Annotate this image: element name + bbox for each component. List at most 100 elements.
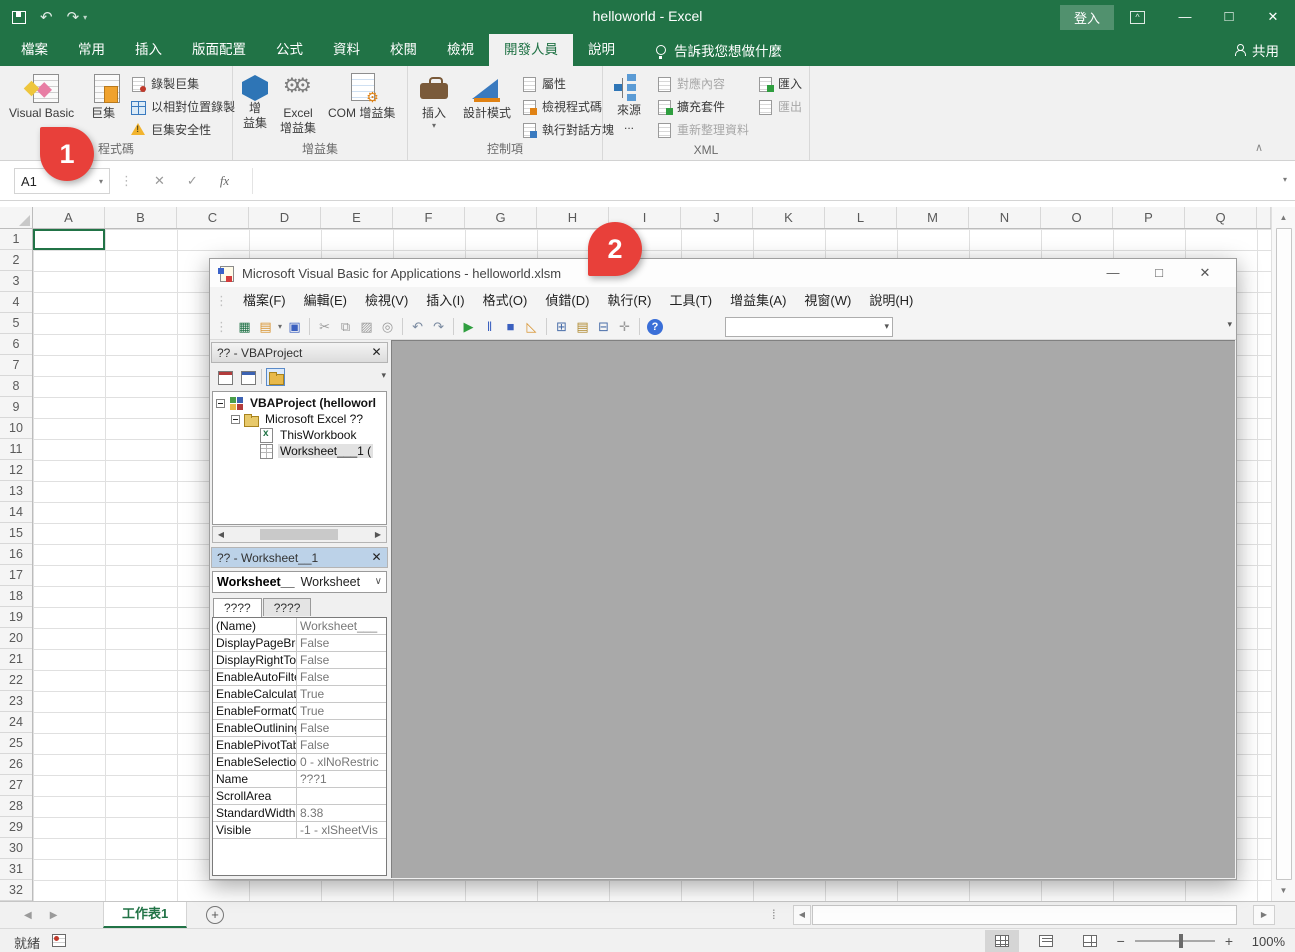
row-header[interactable]: 29 xyxy=(0,817,32,838)
vba-menu-item[interactable]: 格式(O) xyxy=(474,287,537,314)
row-header[interactable]: 22 xyxy=(0,670,32,691)
com-addins-button[interactable]: COM 增益集 xyxy=(323,70,400,124)
macros-button[interactable]: 巨集 xyxy=(81,70,125,124)
share-button[interactable]: 共用 xyxy=(1234,34,1279,66)
row-header[interactable]: 14 xyxy=(0,502,32,523)
design-mode-icon[interactable]: ◺ xyxy=(521,317,542,337)
row-header[interactable]: 26 xyxy=(0,754,32,775)
row-header[interactable]: 6 xyxy=(0,334,32,355)
minimize-button[interactable]: — xyxy=(1163,0,1207,34)
row-header[interactable]: 18 xyxy=(0,586,32,607)
map-properties-button[interactable]: 對應內容 xyxy=(653,72,752,95)
close-button[interactable]: ✕ xyxy=(1251,0,1295,34)
vba-menu-item[interactable]: 檔案(F) xyxy=(234,287,295,314)
column-header[interactable]: P xyxy=(1113,207,1185,228)
object-selector-combo[interactable]: Worksheet__ Worksheet ∨ xyxy=(212,571,387,593)
hscroll-left-icon[interactable]: ◀ xyxy=(793,905,811,925)
project-tree-item[interactable]: Worksheet___1 ( xyxy=(213,443,386,459)
sheet-nav-right-icon[interactable]: ▶ xyxy=(50,910,58,921)
save-icon[interactable] xyxy=(12,11,26,24)
record-macro-button[interactable]: 錄製巨集 xyxy=(127,72,238,95)
expansion-packs-button[interactable]: 擴充套件 xyxy=(653,95,752,118)
row-header[interactable]: 31 xyxy=(0,859,32,880)
reset-icon[interactable]: ■ xyxy=(500,317,521,337)
column-header[interactable]: K xyxy=(753,207,825,228)
close-icon[interactable]: ✕ xyxy=(369,550,384,565)
ribbon-tab[interactable]: 檢視 xyxy=(432,34,489,66)
close-icon[interactable]: ✕ xyxy=(369,345,384,360)
insert-object-icon[interactable]: ▤ xyxy=(255,317,276,337)
vba-minimize-button[interactable]: — xyxy=(1090,259,1136,287)
cancel-icon[interactable]: ✕ xyxy=(154,173,165,189)
ribbon-tab[interactable]: 資料 xyxy=(318,34,375,66)
toolbar-overflow-icon[interactable]: ▾ xyxy=(1227,319,1232,330)
vba-menu-item[interactable]: 說明(H) xyxy=(860,287,922,314)
row-header[interactable]: 7 xyxy=(0,355,32,376)
insert-controls-button[interactable]: 插入 ▾ xyxy=(412,70,456,134)
vba-menu-item[interactable]: 工具(T) xyxy=(660,287,721,314)
column-header[interactable]: C xyxy=(177,207,249,228)
vertical-scroll-thumb[interactable] xyxy=(1276,228,1292,880)
view-code-icon[interactable] xyxy=(215,368,234,386)
project-horizontal-scrollbar[interactable]: ◀ ▶ xyxy=(212,526,387,543)
vba-menu-item[interactable]: 增益集(A) xyxy=(721,287,795,314)
enter-icon[interactable]: ✓ xyxy=(187,173,198,189)
ribbon-tab[interactable]: 公式 xyxy=(261,34,318,66)
zoom-in-button[interactable]: + xyxy=(1225,933,1233,949)
object-browser-icon[interactable]: ⊟ xyxy=(593,317,614,337)
property-row[interactable]: EnableSelection0 - xlNoRestric xyxy=(213,754,386,771)
page-break-view-button[interactable] xyxy=(1073,930,1107,952)
property-row[interactable]: StandardWidth8.38 xyxy=(213,805,386,822)
row-header[interactable]: 32 xyxy=(0,880,32,901)
property-row[interactable]: ScrollArea xyxy=(213,788,386,805)
property-row[interactable]: DisplayRightToLFalse xyxy=(213,652,386,669)
row-header[interactable]: 13 xyxy=(0,481,32,502)
vba-position-combo[interactable] xyxy=(725,317,893,337)
row-header[interactable]: 2 xyxy=(0,250,32,271)
project-explorer-title-bar[interactable]: ?? - VBAProject ✕ xyxy=(211,342,388,363)
row-header[interactable]: 17 xyxy=(0,565,32,586)
row-header[interactable]: 4 xyxy=(0,292,32,313)
row-header[interactable]: 23 xyxy=(0,691,32,712)
break-icon[interactable]: ‖ xyxy=(479,317,500,337)
design-mode-button[interactable]: 設計模式 xyxy=(458,70,516,124)
column-header[interactable]: A xyxy=(33,207,105,228)
maximize-button[interactable]: □ xyxy=(1207,0,1251,34)
property-row[interactable]: Name???1 xyxy=(213,771,386,788)
view-excel-icon[interactable]: ▦ xyxy=(234,317,255,337)
scroll-up-icon[interactable]: ▲ xyxy=(1280,207,1288,228)
redo-icon[interactable]: ↷ xyxy=(67,8,80,26)
scroll-left-icon[interactable]: ◀ xyxy=(213,530,229,539)
horizontal-scrollbar[interactable] xyxy=(812,905,1237,925)
copy-icon[interactable]: ⧉ xyxy=(335,317,356,337)
excel-addins-button[interactable]: Excel 增益集 xyxy=(275,70,321,139)
column-header[interactable]: F xyxy=(393,207,465,228)
formula-bar-expand-icon[interactable]: ▾ xyxy=(1283,175,1287,184)
tree-expander-icon[interactable] xyxy=(231,415,240,424)
cut-icon[interactable]: ✂ xyxy=(314,317,335,337)
column-header[interactable]: J xyxy=(681,207,753,228)
vba-menu-item[interactable]: 偵錯(D) xyxy=(536,287,598,314)
property-row[interactable]: EnableFormatCoTrue xyxy=(213,703,386,720)
row-header[interactable]: 28 xyxy=(0,796,32,817)
column-header[interactable]: G xyxy=(465,207,537,228)
project-tree-item[interactable]: ThisWorkbook xyxy=(213,427,386,443)
vba-menu-item[interactable]: 視窗(W) xyxy=(795,287,860,314)
formula-input[interactable] xyxy=(252,168,1265,194)
add-sheet-button[interactable]: + xyxy=(206,906,224,924)
ribbon-tab[interactable]: 檔案 xyxy=(6,34,63,66)
run-icon[interactable]: ▶ xyxy=(458,317,479,337)
zoom-level[interactable]: 100% xyxy=(1243,934,1285,949)
column-header[interactable]: O xyxy=(1041,207,1113,228)
vertical-scrollbar[interactable]: ▲ ▼ xyxy=(1271,207,1295,901)
toolbox-icon[interactable]: ✛ xyxy=(614,317,635,337)
project-explorer-icon[interactable]: ⊞ xyxy=(551,317,572,337)
macro-security-button[interactable]: 巨集安全性 xyxy=(127,118,238,141)
project-tree-item[interactable]: Microsoft Excel ?? xyxy=(213,411,386,427)
collapse-ribbon-icon[interactable]: ∧ xyxy=(1255,141,1263,154)
export-button[interactable]: 匯出 xyxy=(754,95,805,118)
vba-menu-item[interactable]: 檢視(V) xyxy=(356,287,417,314)
column-header[interactable]: N xyxy=(969,207,1041,228)
ribbon-tab[interactable]: 插入 xyxy=(120,34,177,66)
row-header[interactable]: 8 xyxy=(0,376,32,397)
